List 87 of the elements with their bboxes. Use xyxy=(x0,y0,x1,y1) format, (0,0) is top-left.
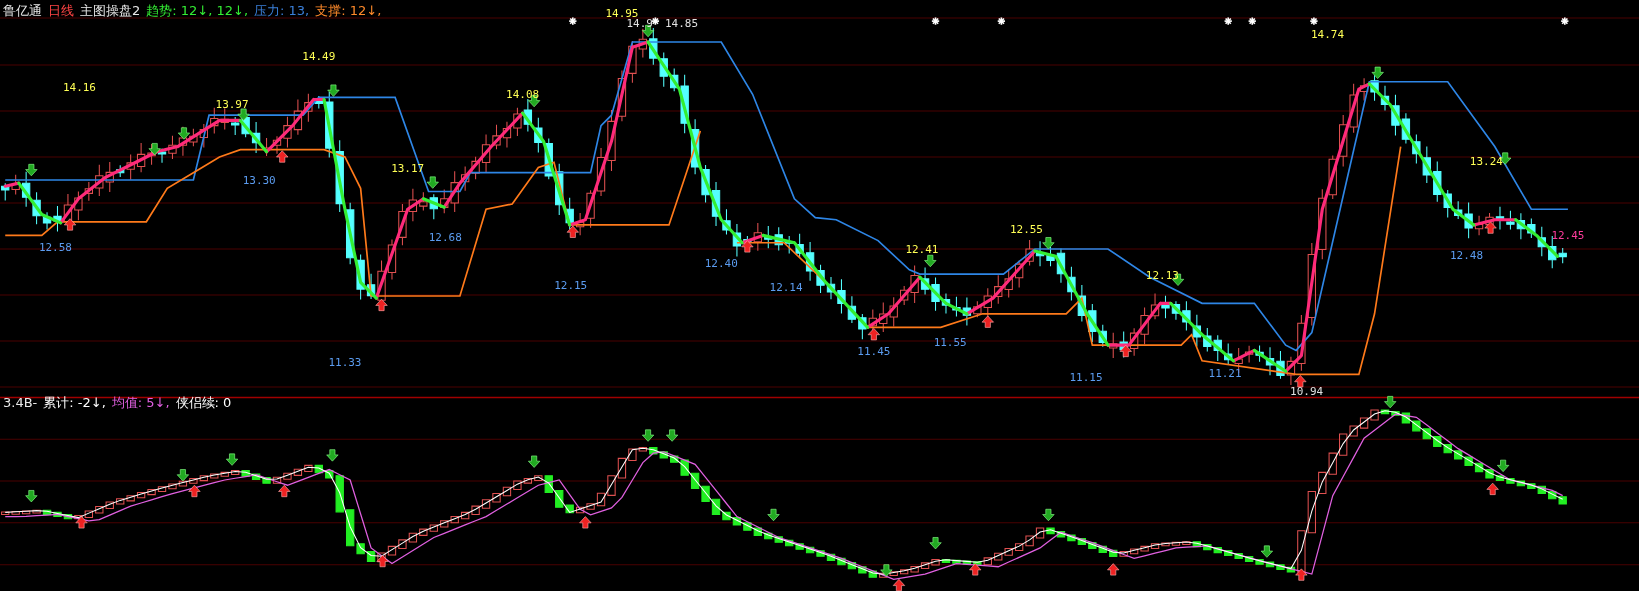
star-icon xyxy=(1560,16,1570,26)
arrow-up-icon xyxy=(579,516,592,529)
arrow-down-icon xyxy=(25,164,38,177)
arrow-down-icon xyxy=(767,508,780,522)
arrow-down-icon xyxy=(237,108,250,121)
star-icon xyxy=(568,16,578,26)
arrow-up-icon xyxy=(1119,344,1132,357)
star-icon xyxy=(650,16,660,26)
price-label: 11.15 xyxy=(1069,370,1103,384)
indicator-name: 3.4B- xyxy=(3,395,38,411)
arrow-down-icon xyxy=(226,453,239,466)
arrow-up-icon xyxy=(741,240,754,253)
arrow-up-icon xyxy=(75,516,88,529)
arrow-up-icon xyxy=(1484,221,1497,234)
price-label: 14.85 xyxy=(665,17,699,31)
arrow-down-icon xyxy=(25,490,38,503)
arrow-up-icon xyxy=(981,315,994,328)
arrow-down-icon xyxy=(929,537,942,550)
price-label: 12.55 xyxy=(1009,223,1043,237)
arrow-down-icon xyxy=(326,449,339,462)
arrow-up-icon xyxy=(969,563,982,576)
indicator-value: 压力: 13, xyxy=(254,3,310,19)
arrow-down-icon xyxy=(924,254,937,268)
price-label: 12.15 xyxy=(554,278,588,292)
price-label: 12.14 xyxy=(769,280,803,294)
indicator-value: 侠侣续: 0 xyxy=(175,395,232,411)
arrow-down-icon xyxy=(426,176,439,189)
arrow-up-icon xyxy=(278,484,291,498)
arrow-down-icon xyxy=(1042,237,1055,250)
arrow-down-icon xyxy=(1042,508,1055,522)
price-label: 12.68 xyxy=(428,230,462,244)
arrow-up-icon xyxy=(276,150,289,163)
star-icon xyxy=(1223,16,1233,26)
price-label: 14.9 xyxy=(626,17,653,31)
star-icon xyxy=(1247,16,1257,26)
arrow-up-icon xyxy=(867,328,880,341)
price-label: 11.21 xyxy=(1208,366,1242,380)
price-label: 10.94 xyxy=(1290,385,1324,399)
arrow-up-icon xyxy=(375,298,388,311)
arrow-down-icon xyxy=(148,143,161,156)
star-icon xyxy=(1309,16,1319,26)
price-label: 14.74 xyxy=(1311,27,1344,41)
price-label: 12.58 xyxy=(38,241,72,255)
arrow-up-icon xyxy=(1295,568,1308,581)
indicator-value: 累计: -2↓, xyxy=(43,395,106,411)
arrow-down-icon xyxy=(1260,545,1273,558)
arrow-up-icon xyxy=(1294,375,1307,388)
arrow-up-icon xyxy=(376,554,389,568)
price-label: 14.95 xyxy=(605,6,639,20)
arrow-up-icon xyxy=(1107,563,1120,576)
price-label: 14.16 xyxy=(62,81,96,95)
arrow-down-icon xyxy=(666,429,679,442)
arrow-up-icon xyxy=(892,578,905,591)
indicator-value: 趋势: 12↓, 12↓, xyxy=(146,3,249,19)
stock-name: 鲁亿通 xyxy=(3,3,42,19)
price-label: 12.40 xyxy=(704,256,738,270)
price-label: 12.13 xyxy=(1145,269,1179,283)
arrow-down-icon xyxy=(1384,396,1397,409)
arrow-down-icon xyxy=(176,469,189,482)
arrow-down-icon xyxy=(1371,66,1384,79)
price-label: 11.55 xyxy=(933,336,967,350)
price-label: 14.08 xyxy=(506,88,540,102)
arrow-down-icon xyxy=(528,455,541,468)
price-label: 12.45 xyxy=(1551,228,1585,242)
star-icon xyxy=(996,16,1006,26)
price-label: 11.45 xyxy=(857,344,891,358)
arrow-up-icon xyxy=(188,484,201,498)
arrow-up-icon xyxy=(1486,482,1499,495)
star-icon xyxy=(931,16,940,26)
arrow-down-icon xyxy=(1497,459,1510,472)
formula-name: 主图操盘2 xyxy=(80,3,141,19)
price-label: 11.33 xyxy=(328,356,362,370)
arrow-down-icon xyxy=(327,84,340,97)
price-label: 12.41 xyxy=(905,243,939,257)
price-label: 13.24 xyxy=(1469,155,1503,169)
arrow-up-icon xyxy=(566,225,579,238)
indicator-value: 均值: 5↓, xyxy=(111,395,170,411)
price-label: 14.49 xyxy=(302,49,336,63)
price-label: 12.48 xyxy=(1450,249,1484,263)
price-label: 13.30 xyxy=(242,174,276,188)
indicator-value: 支撑: 12↓, xyxy=(315,3,382,19)
price-label: 13.97 xyxy=(215,97,249,111)
arrow-down-icon xyxy=(880,564,893,577)
arrow-down-icon xyxy=(177,127,191,140)
arrow-down-icon xyxy=(642,429,655,442)
arrow-up-icon xyxy=(63,218,77,231)
period-label: 日线 xyxy=(48,3,74,19)
